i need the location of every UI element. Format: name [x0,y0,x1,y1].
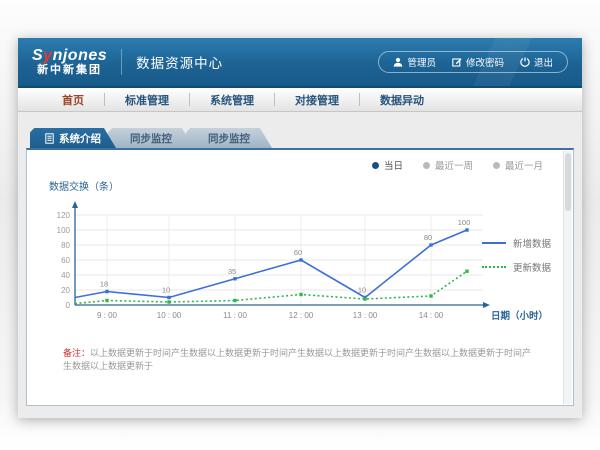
y-axis-title: 数据交换（条） [49,178,573,193]
radio-label: 当日 [384,158,403,172]
user-menu-label: 管理员 [407,55,436,69]
tab-label: 同步监控 [208,131,250,146]
radio-last-week[interactable]: 最近一周 [423,158,473,172]
user-menu: 管理员 修改密码 退出 [378,51,568,73]
tab-sync-monitor-2[interactable]: 同步监控 [186,128,272,148]
svg-text:18: 18 [100,280,108,289]
document-icon [45,133,54,144]
header-divider [121,49,122,75]
legend-label: 新增数据 [513,236,551,250]
svg-text:60: 60 [61,256,70,265]
tab-bar: 系统介绍 同步监控 同步监控 [30,128,578,148]
nav-item-interface-mgmt[interactable]: 对接管理 [275,92,359,108]
svg-text:80: 80 [61,241,70,250]
svg-text:35: 35 [228,267,236,276]
main-nav: 首页 标准管理 系统管理 对接管理 数据异动 [18,88,582,112]
nav-item-system-mgmt[interactable]: 系统管理 [190,92,274,108]
radio-dot-icon [423,162,430,169]
brand-logo-cn: 新中新集团 [32,65,107,77]
user-menu-logout[interactable]: 退出 [520,55,553,69]
svg-text:60: 60 [294,248,302,257]
svg-text:40: 40 [61,271,70,280]
tab-label: 同步监控 [130,131,172,146]
brand-logo: Synjones 新中新集团 [32,48,107,76]
svg-text:100: 100 [57,226,71,235]
footnote-text: 以上数据更新于时间产生数据以上数据更新于时间产生数据以上数据更新于时间产生数据以… [63,348,531,371]
svg-text:12 : 00: 12 : 00 [289,311,314,320]
svg-text:9 : 00: 9 : 00 [97,311,118,320]
svg-text:13 : 00: 13 : 00 [353,311,378,320]
svg-text:10 : 00: 10 : 00 [157,311,182,320]
svg-text:10: 10 [162,286,170,295]
radio-last-month[interactable]: 最近一月 [493,158,543,172]
blue-line-swatch-icon [482,242,506,244]
user-menu-label: 修改密码 [466,55,504,69]
user-menu-change-password[interactable]: 修改密码 [452,55,504,69]
app-header: Synjones 新中新集团 数据资源中心 管理员 修改密码 [18,38,582,88]
svg-text:0: 0 [66,301,71,310]
chart-panel: 当日 最近一周 最近一月 数据交换（条） 0 20 40 60 80 100 120 9 : … [26,148,574,406]
svg-text:11 : 00: 11 : 00 [223,311,247,320]
svg-text:日期（小时）: 日期（小时） [491,310,548,322]
svg-text:120: 120 [57,211,71,220]
svg-text:14 : 00: 14 : 00 [419,311,444,320]
svg-text:10: 10 [358,286,366,295]
power-icon [520,57,530,67]
user-icon [393,57,403,67]
radio-dot-icon [493,162,500,169]
chart-legend: 新增数据 更新数据 [482,236,551,274]
legend-new-data: 新增数据 [482,236,551,250]
app-window: Synjones 新中新集团 数据资源中心 管理员 修改密码 [18,38,582,418]
line-chart: 数据交换（条） 0 20 40 60 80 100 120 9 : 00 10 : 00 11 :… [27,178,573,335]
svg-text:80: 80 [424,233,432,242]
time-range-filter: 当日 最近一周 最近一月 [27,150,573,172]
legend-label: 更新数据 [513,260,551,274]
radio-dot-icon [372,162,379,169]
footnote-label: 备注： [63,348,90,358]
nav-item-data-change[interactable]: 数据异动 [360,92,444,108]
desktop-background: Synjones 新中新集团 数据资源中心 管理员 修改密码 [0,0,600,450]
radio-today[interactable]: 当日 [372,158,403,172]
svg-text:100: 100 [458,218,471,227]
nav-item-standard-mgmt[interactable]: 标准管理 [105,92,189,108]
brand-logo-text: Synjones [32,48,107,65]
logo-accent: y [43,47,52,64]
user-menu-label: 退出 [534,55,553,69]
green-dotted-swatch-icon [482,266,506,268]
radio-label: 最近一月 [505,158,543,172]
tab-label: 系统介绍 [59,131,101,146]
tab-sync-monitor-1[interactable]: 同步监控 [108,128,194,148]
tab-system-intro[interactable]: 系统介绍 [30,128,116,148]
radio-label: 最近一周 [435,158,473,172]
svg-text:20: 20 [61,286,70,295]
nav-item-home[interactable]: 首页 [42,92,104,108]
legend-updated-data: 更新数据 [482,260,551,274]
page-title: 数据资源中心 [136,52,223,72]
footnote: 备注：以上数据更新于时间产生数据以上数据更新于时间产生数据以上数据更新于时间产生… [27,347,573,372]
user-menu-admin[interactable]: 管理员 [393,55,436,69]
edit-icon [452,57,462,67]
content-area: 系统介绍 同步监控 同步监控 当日 [18,112,582,406]
